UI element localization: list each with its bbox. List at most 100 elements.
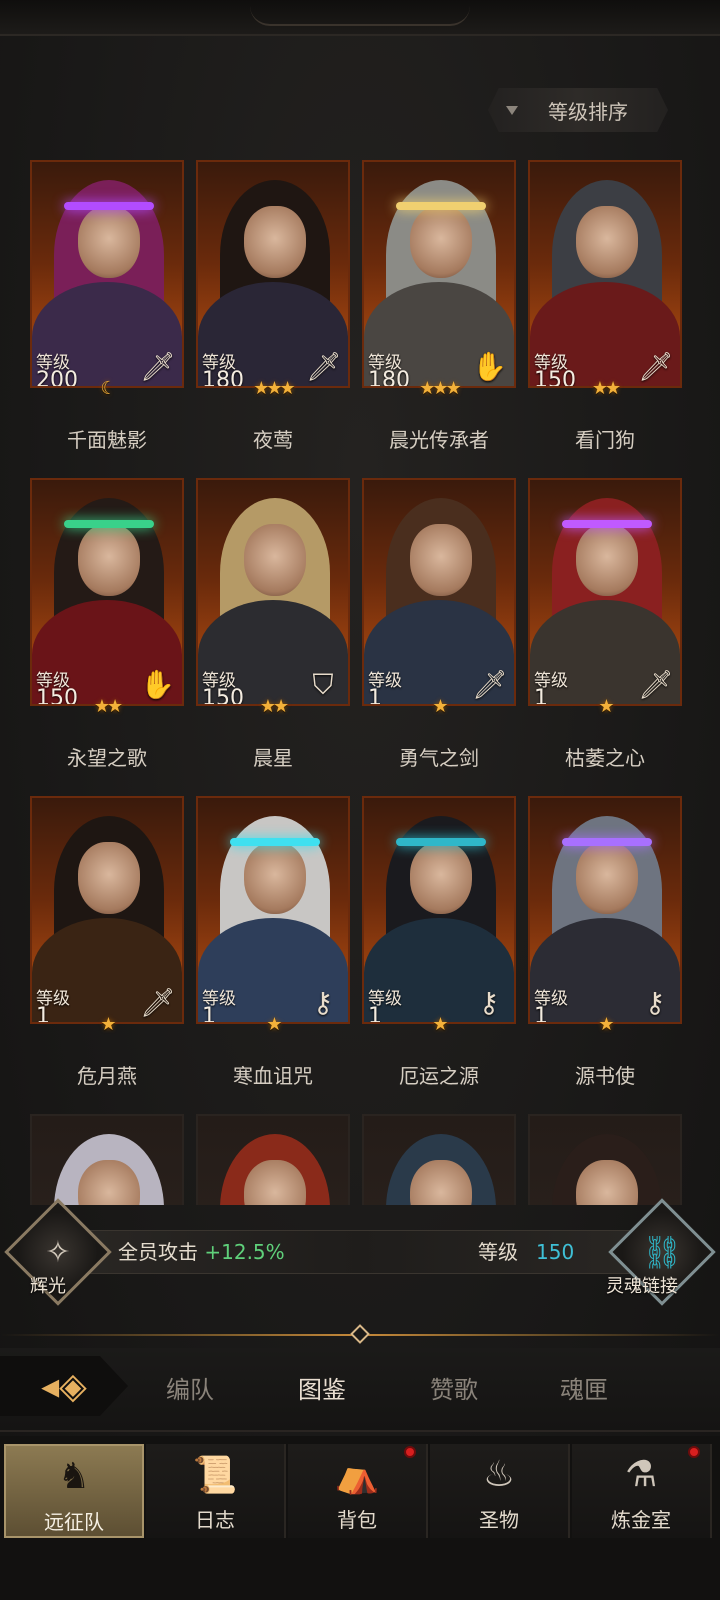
star-rank: ★ <box>432 1014 448 1035</box>
attack-bonus-value: +12.5% <box>204 1240 285 1264</box>
hero-portrait <box>530 1116 680 1205</box>
nav-item[interactable]: ⚗ 炼金室 <box>572 1444 712 1538</box>
bonus-bar: ✧ 辉光 全员攻击 +12.5% 等级 150 ⛓ 灵魂链接 <box>0 1198 720 1306</box>
alchemy-icon: ⚗ <box>624 1454 658 1495</box>
hero-card[interactable]: 等级 1 🗡 ★ 危月燕 <box>30 796 184 1088</box>
torch-icon: ♨ <box>482 1454 516 1495</box>
hero-portrait-frame: 等级 180 🗡 <box>196 160 350 388</box>
hero-card[interactable]: 等级 1 🗡 ★ 勇气之剑 <box>362 478 516 770</box>
notification-dot <box>404 1446 416 1458</box>
star-rank: ★ <box>432 696 448 717</box>
back-tab-button[interactable]: ◂◈ <box>0 1356 128 1416</box>
ornament-arc <box>250 6 470 26</box>
portrait-accent <box>396 202 486 210</box>
portrait-accent <box>64 520 154 528</box>
dropdown-triangle-icon <box>506 105 518 115</box>
sort-button[interactable]: 等级排序 <box>488 88 668 132</box>
hero-card[interactable] <box>196 1114 350 1205</box>
hero-portrait-frame: 等级 180 ✋ <box>362 160 516 388</box>
hero-portrait-frame <box>362 1114 516 1205</box>
portrait-face <box>410 206 472 278</box>
hero-portrait-frame: 等级 1 🗡 <box>528 478 682 706</box>
tab-formation[interactable]: 编队 <box>166 1370 214 1405</box>
hero-card[interactable]: 等级 150 ✋ ★★ 永望之歌 <box>30 478 184 770</box>
hero-portrait <box>198 1116 348 1205</box>
hero-card[interactable]: 等级 180 ✋ ★★★ 晨光传承者 <box>362 160 516 452</box>
portrait-face <box>78 842 140 914</box>
tab-divider <box>0 1324 720 1344</box>
nav-label: 背包 <box>337 1508 377 1532</box>
hero-card[interactable]: 等级 1 🗡 ★ 枯萎之心 <box>528 478 682 770</box>
hero-card[interactable] <box>30 1114 184 1205</box>
portrait-accent <box>562 838 652 846</box>
portrait-face <box>410 842 472 914</box>
star-rank: ★ <box>266 1014 282 1035</box>
link-level: 等级 150 <box>478 1236 574 1265</box>
portrait-accent <box>396 520 486 528</box>
soul-link-label: 灵魂链接 <box>606 1276 678 1297</box>
nav-label: 炼金室 <box>611 1508 671 1532</box>
nav-item[interactable]: 📜 日志 <box>146 1444 286 1538</box>
hero-name: 勇气之剑 <box>399 746 479 770</box>
attack-bonus-label: 全员攻击 <box>118 1240 198 1264</box>
portrait-face <box>244 524 306 596</box>
star-rank: ☾ <box>100 378 116 399</box>
hero-card[interactable]: 等级 180 🗡 ★★★ 夜莺 <box>196 160 350 452</box>
portrait-face <box>576 842 638 914</box>
arrow-left-icon: ◂◈ <box>41 1365 87 1407</box>
link-level-value: 150 <box>536 1240 575 1264</box>
hero-card[interactable]: 等级 1 ⚷ ★ 厄运之源 <box>362 796 516 1088</box>
hero-name: 危月燕 <box>77 1064 137 1088</box>
hero-portrait-frame <box>528 1114 682 1205</box>
portrait-accent <box>562 520 652 528</box>
star-rank: ★★★ <box>419 378 461 399</box>
hero-name: 永望之歌 <box>67 746 147 770</box>
tab-soul-box[interactable]: 魂匣 <box>560 1370 608 1405</box>
hero-card[interactable] <box>362 1114 516 1205</box>
hero-card[interactable]: 等级 1 ⚷ ★ 寒血诅咒 <box>196 796 350 1088</box>
portrait-face <box>78 524 140 596</box>
hero-name: 寒血诅咒 <box>233 1064 313 1088</box>
hero-name: 千面魅影 <box>67 428 147 452</box>
hero-card[interactable]: 等级 150 ⛉ ★★ 晨星 <box>196 478 350 770</box>
hero-name: 看门狗 <box>575 428 635 452</box>
star-rank: ★★ <box>591 378 621 399</box>
hero-portrait <box>364 1116 514 1205</box>
hero-card[interactable]: 等级 200 🗡 ☾ 千面魅影 <box>30 160 184 452</box>
bottom-nav: ♞ 远征队 📜 日志 ⛺ 背包 ♨ 圣物 ⚗ 炼金室 <box>0 1436 720 1600</box>
top-ornament <box>0 0 720 36</box>
portrait-accent <box>64 202 154 210</box>
star-rank: ★ <box>100 1014 116 1035</box>
tab-hymns[interactable]: 赞歌 <box>430 1370 478 1405</box>
hero-portrait-frame: 等级 1 🗡 <box>30 796 184 1024</box>
star-rank: ★★★ <box>253 378 295 399</box>
hero-portrait-frame: 等级 1 ⚷ <box>528 796 682 1024</box>
hero-card[interactable]: 等级 150 🗡 ★★ 看门狗 <box>528 160 682 452</box>
portrait-face <box>576 524 638 596</box>
nav-item[interactable]: ♞ 远征队 <box>4 1444 144 1538</box>
hero-portrait-frame <box>30 1114 184 1205</box>
radiance-label: 辉光 <box>30 1276 66 1297</box>
hero-portrait-frame: 等级 1 🗡 <box>362 478 516 706</box>
nav-label: 日志 <box>195 1508 235 1532</box>
star-rank: ★ <box>598 696 614 717</box>
tab-codex[interactable]: 图鉴 <box>298 1370 346 1405</box>
hero-name: 枯萎之心 <box>565 746 645 770</box>
hero-name: 晨星 <box>253 746 293 770</box>
hero-name: 夜莺 <box>253 428 293 452</box>
nav-item[interactable]: ⛺ 背包 <box>288 1444 428 1538</box>
hero-name: 源书使 <box>575 1064 635 1088</box>
hero-card[interactable]: 等级 1 ⚷ ★ 源书使 <box>528 796 682 1088</box>
sort-label: 等级排序 <box>548 99 628 124</box>
portrait-face <box>244 842 306 914</box>
hero-portrait-frame: 等级 1 ⚷ <box>362 796 516 1024</box>
hero-name: 厄运之源 <box>399 1064 479 1088</box>
hero-card[interactable] <box>528 1114 682 1205</box>
bag-icon: ⛺ <box>334 1455 380 1496</box>
portrait-face <box>410 524 472 596</box>
portrait-accent <box>562 202 652 210</box>
hero-portrait-frame: 等级 150 ✋ <box>30 478 184 706</box>
nav-item[interactable]: ♨ 圣物 <box>430 1444 570 1538</box>
hero-name: 晨光传承者 <box>389 428 489 452</box>
hero-portrait-frame: 等级 200 🗡 <box>30 160 184 388</box>
